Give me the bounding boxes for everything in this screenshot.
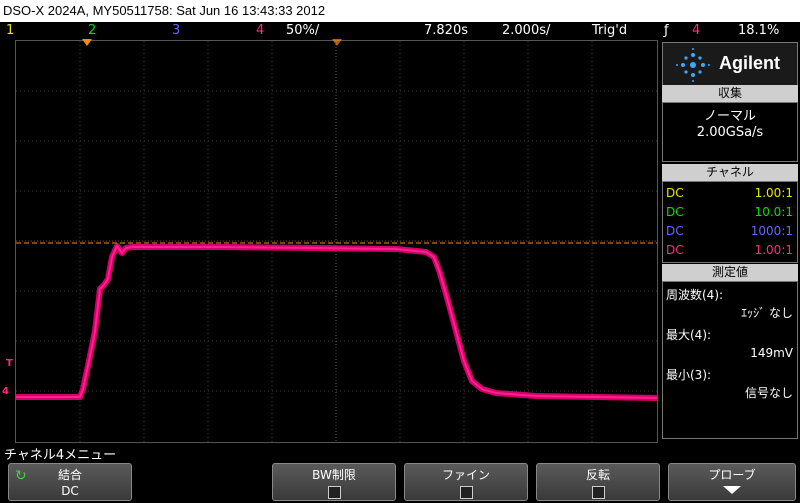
acquisition-header: 収集 — [662, 85, 798, 102]
brand-logo: Agilent — [662, 42, 798, 86]
invert-checkbox[interactable] — [592, 486, 605, 499]
channel-row: DC 10.0:1 — [663, 203, 797, 221]
channels-header: チャネル — [662, 164, 798, 181]
probe-ratio: 10.0:1 — [754, 205, 793, 219]
softkey-value: DC — [61, 484, 79, 498]
window-title: DSO-X 2024A, MY50511758: Sat Jun 16 13:4… — [0, 0, 800, 22]
coupling-value: DC — [666, 205, 684, 219]
probe-ratio: 1.00:1 — [754, 186, 793, 200]
coupling-value: DC — [666, 186, 684, 200]
trigger-level-marker: T — [6, 358, 13, 369]
acquisition-mode: ノーマル — [703, 109, 756, 124]
softkey-label: 反転 — [585, 468, 610, 482]
softkey-coupling[interactable]: ↻ 結合 DC — [8, 463, 132, 501]
trigger-state: Trig'd — [592, 23, 628, 38]
coupling-value: DC — [666, 243, 684, 257]
measurement-label: 最小(3): — [666, 368, 712, 382]
coupling-value: DC — [666, 224, 684, 238]
submenu-arrow-icon — [723, 486, 741, 494]
softkey-label: 結合 — [57, 468, 82, 482]
softkey-fine[interactable]: ファイン — [404, 463, 528, 501]
measurement-label: 周波数(4): — [666, 288, 724, 302]
time-reference-marker — [332, 39, 342, 46]
acquisition-section: ノーマル 2.00GSa/s — [662, 102, 798, 162]
spark-icon — [676, 48, 710, 82]
trigger-edge-icon: ƒ — [664, 23, 669, 38]
sample-rate: 2.00GSa/s — [696, 125, 764, 140]
softkey-label: ファイン — [441, 468, 490, 482]
softkey-bw-limit[interactable]: BW制限 — [272, 463, 396, 501]
fine-checkbox[interactable] — [460, 486, 473, 499]
brand-name: Agilent — [719, 53, 780, 73]
time-offset: 7.820s — [424, 23, 468, 38]
measurement-value: 信号なし — [744, 386, 793, 400]
softkey-label: プローブ — [708, 468, 756, 482]
probe-ratio: 1000:1 — [750, 224, 793, 238]
channel-row: DC 1000:1 — [663, 222, 797, 240]
menu-title: チャネル4メニュー — [4, 448, 117, 463]
channel-row: DC 1.00:1 — [663, 184, 797, 202]
trigger-position-marker — [82, 39, 92, 46]
channel-3-indicator[interactable]: 3 — [172, 22, 180, 40]
channel-row: DC 1.00:1 — [663, 241, 797, 259]
graticule-grid — [16, 41, 657, 442]
channel-2-indicator[interactable]: 2 — [88, 22, 96, 40]
softkey-label: BW制限 — [312, 468, 356, 482]
measurement-label: 最大(4): — [666, 328, 712, 342]
channel-4-indicator[interactable]: 4 — [256, 22, 264, 40]
channel-4-trace — [16, 243, 657, 401]
waveform-display[interactable] — [15, 39, 658, 443]
softkey-invert[interactable]: 反転 — [536, 463, 660, 501]
trigger-level: 18.1% — [738, 23, 780, 38]
measurements-section: 周波数(4): ｴｯｼﾞ なし 最大(4): 149mV 最小(3): 信号なし — [662, 281, 798, 439]
bw-limit-checkbox[interactable] — [328, 486, 341, 499]
status-bar: 1 2 3 4 50%/ 7.820s 2.000s/ Trig'd ƒ 4 1… — [0, 22, 800, 40]
info-panel: Agilent 収集 ノーマル 2.00GSa/s チャネル DC 1.00:1… — [660, 40, 800, 441]
channel-1-indicator[interactable]: 1 — [6, 22, 14, 40]
vertical-scale: 50%/ — [286, 23, 320, 38]
time-scale: 2.000s/ — [502, 23, 551, 38]
measurement-value: 149mV — [750, 346, 793, 360]
trigger-source: 4 — [692, 23, 701, 38]
softkey-probe[interactable]: プローブ — [668, 463, 796, 501]
probe-ratio: 1.00:1 — [754, 243, 793, 257]
channel-4-ground-marker[interactable]: 4 — [2, 386, 9, 397]
measurements-header: 測定値 — [662, 264, 798, 281]
measurement-value: ｴｯｼﾞ なし — [741, 306, 793, 320]
channels-section: DC 1.00:1 DC 10.0:1 DC 1000:1 DC 1.00:1 — [662, 181, 798, 263]
